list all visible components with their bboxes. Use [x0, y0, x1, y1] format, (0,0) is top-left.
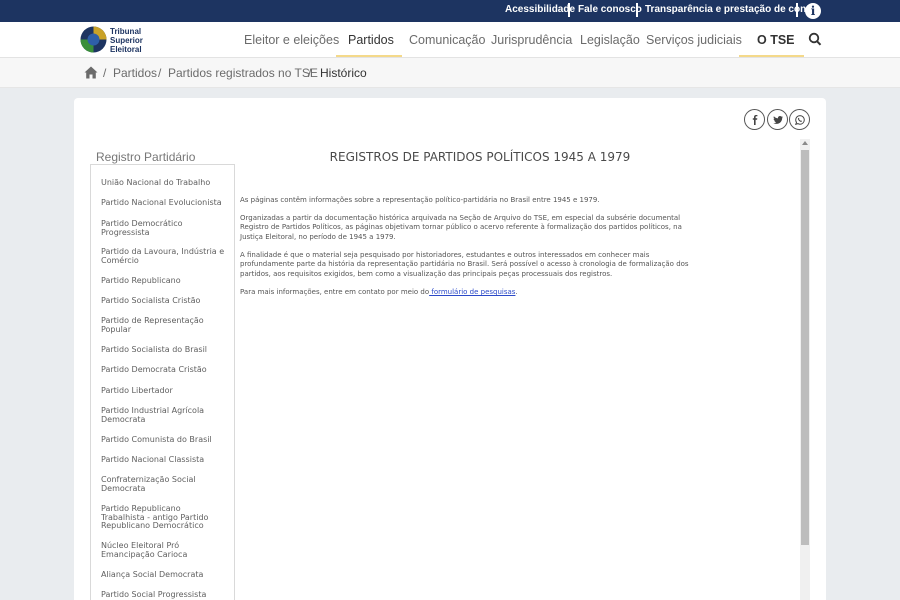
breadcrumb-current: Histórico: [320, 66, 367, 80]
breadcrumb-separator: /: [308, 66, 312, 80]
nav-item-servicos[interactable]: Serviços judiciais: [646, 33, 742, 47]
sidebar-item[interactable]: Confraternização Social Democrata: [101, 475, 226, 493]
purpose-paragraph: A finalidade é que o material seja pesqu…: [240, 251, 689, 278]
sidebar-item[interactable]: Partido Republicano: [101, 276, 226, 286]
sidebar-item[interactable]: Partido Socialista do Brasil: [101, 345, 226, 355]
share-twitter-button[interactable]: [767, 109, 788, 130]
whatsapp-icon: [795, 115, 805, 125]
divider: [796, 3, 798, 17]
tse-logo[interactable]: Tribunal Superior Eleitoral: [80, 26, 150, 56]
transparency-link[interactable]: Transparência e prestação de contas: [645, 4, 821, 15]
home-icon[interactable]: [84, 66, 98, 79]
tse-emblem-icon: [80, 26, 107, 53]
sidebar-party-list: União Nacional do Trabalho Partido Nacio…: [90, 164, 235, 600]
facebook-icon: [752, 115, 758, 125]
sidebar-item[interactable]: Partido Social Progressista: [101, 590, 226, 600]
origin-paragraph: Organizadas a partir da documentação his…: [240, 214, 682, 241]
contact-paragraph: Para mais informações, entre em contato …: [240, 288, 702, 297]
sidebar-item[interactable]: Partido Comunista do Brasil: [101, 435, 226, 445]
top-utility-bar: Acessibilidade Fale conosco Transparênci…: [0, 0, 900, 22]
logo-line: Tribunal: [110, 27, 142, 36]
twitter-icon: [773, 116, 783, 124]
sidebar-item[interactable]: Partido Nacional Evolucionista: [101, 198, 226, 208]
logo-text: Tribunal Superior Eleitoral: [110, 27, 143, 54]
sidebar-item[interactable]: União Nacional do Trabalho: [101, 178, 226, 188]
scroll-up-arrow-icon[interactable]: [802, 141, 808, 145]
sidebar-item[interactable]: Partido Nacional Classista: [101, 455, 226, 465]
logo-line: Eleitoral: [110, 45, 142, 54]
contact-text: Para mais informações, entre em contato …: [240, 288, 430, 296]
logo-line: Superior: [110, 36, 143, 45]
sidebar-item[interactable]: Partido Industrial Agrícola Democrata: [101, 406, 226, 424]
scrollbar-thumb[interactable]: [801, 150, 809, 545]
share-facebook-button[interactable]: [744, 109, 765, 130]
divider: [636, 3, 638, 17]
breadcrumb-link-registrados[interactable]: Partidos registrados no TSE: [168, 66, 318, 80]
contact-suffix: .: [515, 288, 518, 296]
breadcrumb-separator: /: [103, 66, 107, 80]
sidebar-item[interactable]: Partido Libertador: [101, 386, 226, 396]
nav-item-partidos[interactable]: Partidos: [348, 33, 394, 47]
sidebar-item[interactable]: Partido Socialista Cristão: [101, 296, 226, 306]
share-whatsapp-button[interactable]: [789, 109, 810, 130]
nav-item-o-tse[interactable]: O TSE: [757, 33, 795, 47]
sidebar-item[interactable]: Partido Republicano Trabalhista - antigo…: [101, 504, 226, 531]
sidebar-item[interactable]: Partido da Lavoura, Indústria e Comércio: [101, 247, 226, 265]
intro-paragraph: As páginas contêm informações sobre a re…: [240, 196, 600, 204]
sidebar-item[interactable]: Núcleo Eleitoral Pró Emancipação Carioca: [101, 541, 226, 559]
nav-item-jurisprudencia[interactable]: Jurisprudência: [491, 33, 572, 47]
sidebar-item[interactable]: Partido Democrático Progressista: [101, 219, 226, 237]
breadcrumb-separator: /: [158, 66, 162, 80]
sidebar-title: Registro Partidário: [96, 150, 196, 164]
divider: [568, 3, 570, 17]
nav-underline: [739, 55, 804, 57]
breadcrumb: / Partidos / Partidos registrados no TSE…: [0, 58, 900, 88]
sidebar-item[interactable]: Partido de Representação Popular: [101, 316, 226, 334]
accessibility-link[interactable]: Acessibilidade: [505, 4, 575, 15]
search-icon[interactable]: [808, 32, 822, 48]
sidebar-item[interactable]: Partido Democrata Cristão: [101, 365, 226, 375]
nav-item-eleitor[interactable]: Eleitor e eleições: [244, 33, 339, 47]
content-card: Registro Partidário União Nacional do Tr…: [74, 98, 826, 600]
sidebar-item[interactable]: Aliança Social Democrata: [101, 570, 226, 580]
contact-link[interactable]: Fale conosco: [578, 4, 642, 15]
breadcrumb-link-partidos[interactable]: Partidos: [113, 66, 157, 80]
main-header: Tribunal Superior Eleitoral Eleitor e el…: [0, 22, 900, 58]
research-form-link[interactable]: formulário de pesquisas: [429, 288, 515, 296]
nav-active-underline: [336, 55, 402, 57]
nav-item-legislacao[interactable]: Legislação: [580, 33, 640, 47]
page-title: REGISTROS DE PARTIDOS POLÍTICOS 1945 A 1…: [329, 150, 631, 164]
info-icon[interactable]: i: [805, 3, 821, 19]
nav-item-comunicacao[interactable]: Comunicação: [409, 33, 485, 47]
